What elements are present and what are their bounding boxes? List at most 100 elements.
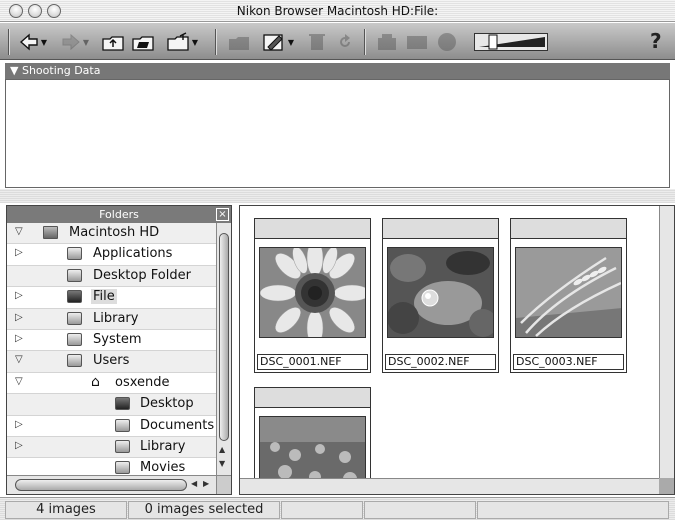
tree-item-macintosh-hd[interactable]: ▽ Macintosh HD — [7, 223, 217, 245]
folder-disabled-button[interactable] — [226, 31, 252, 53]
chevron-down-icon: ▼ — [191, 37, 199, 47]
toolbar-separator — [364, 29, 366, 55]
selected-count: 0 images selected — [128, 501, 280, 519]
water-drop-leaf-image — [387, 247, 494, 338]
shooting-data-header[interactable]: ▼ Shooting Data — [5, 63, 670, 79]
documents-folder-icon — [115, 418, 130, 432]
thumbnail-item[interactable]: DSC_0003.NEF — [510, 218, 627, 373]
collapsed-triangle-icon[interactable]: ▷ — [15, 333, 23, 344]
print-icon — [376, 32, 398, 52]
thumbnail-header — [510, 218, 627, 238]
thumbnails-vertical-scrollbar[interactable] — [659, 206, 674, 494]
folders-horizontal-scrollbar[interactable]: ◀ ▶ — [7, 475, 217, 494]
folder-open-button[interactable] — [130, 31, 156, 53]
folder-open-icon — [131, 32, 155, 52]
collapsed-triangle-icon[interactable]: ▷ — [15, 312, 23, 323]
rectangle-button[interactable] — [404, 31, 430, 53]
expanded-triangle-icon[interactable]: ▽ — [15, 376, 23, 387]
system-folder-icon — [67, 332, 82, 346]
dark-folder-icon — [67, 290, 82, 304]
tree-item-library[interactable]: ▷ Library — [7, 308, 217, 330]
tree-item-label: File — [91, 289, 117, 305]
close-icon[interactable]: × — [216, 208, 229, 221]
scroll-thumb[interactable] — [219, 233, 229, 441]
folder-up-button[interactable] — [100, 31, 126, 53]
resize-corner[interactable] — [216, 475, 231, 494]
tree-item-label: Macintosh HD — [69, 225, 160, 240]
tree-item-desktop-folder[interactable]: Desktop Folder — [7, 265, 217, 288]
library-folder-icon — [115, 439, 130, 453]
edit-button[interactable]: ▼ — [256, 31, 300, 53]
rotate-icon — [335, 32, 355, 52]
tree-item-users[interactable]: ▽ Users — [7, 351, 217, 373]
scroll-right-arrow-icon[interactable]: ▶ — [203, 479, 209, 488]
window-title: Nikon Browser Macintosh HD:File: — [236, 4, 439, 18]
help-button[interactable]: ? — [650, 29, 662, 53]
thumbnail-size-slider[interactable] — [474, 33, 548, 51]
expanded-triangle-icon[interactable]: ▽ — [15, 226, 23, 237]
back-arrow-icon — [19, 33, 39, 51]
tree-item-label: System — [93, 331, 142, 347]
folders-vertical-scrollbar[interactable]: ▲ ▼ — [216, 223, 231, 475]
wheat-image — [515, 247, 622, 338]
thumbnail-panel: DSC_0001.NEF DSC_0002.NEF DSC_0003.NEF — [239, 205, 675, 495]
circle-icon — [436, 31, 458, 53]
print-button[interactable] — [374, 31, 400, 53]
status-bar: 4 images 0 images selected — [0, 497, 675, 520]
toolbar: ▼ ▼ ▼ ▼ ? — [0, 23, 675, 60]
trash-button[interactable] — [306, 31, 328, 53]
tree-item-documents[interactable]: ▷ Documents — [7, 415, 217, 437]
disclosure-triangle-icon[interactable]: ▼ — [10, 64, 18, 77]
thumbnail-item[interactable]: DSC_0001.NEF — [254, 218, 371, 373]
chevron-down-icon: ▼ — [82, 37, 90, 47]
thumbnail-item[interactable]: DSC_0002.NEF — [382, 218, 499, 373]
collapsed-triangle-icon[interactable]: ▷ — [15, 440, 23, 451]
thumbnail-header — [254, 218, 371, 238]
tree-item-file[interactable]: ▷ File — [7, 287, 217, 309]
applications-folder-icon — [67, 247, 82, 261]
status-cell-empty — [281, 501, 363, 519]
tree-item-movies[interactable]: Movies — [7, 458, 217, 475]
scroll-thumb[interactable] — [15, 479, 187, 491]
tree-item-label: Library — [93, 310, 139, 326]
window-titlebar[interactable]: Nikon Browser Macintosh HD:File: — [0, 0, 675, 22]
tree-item-desktop[interactable]: Desktop — [7, 394, 217, 416]
collapsed-triangle-icon[interactable]: ▷ — [15, 290, 23, 301]
scroll-left-arrow-icon[interactable]: ◀ — [191, 479, 197, 488]
tree-item-osxende[interactable]: ▽ ⌂ osxende — [7, 372, 217, 395]
thumbnails-horizontal-scrollbar[interactable] — [240, 478, 661, 494]
status-cell-empty — [364, 501, 476, 519]
collapsed-triangle-icon[interactable]: ▷ — [15, 419, 23, 430]
image-count: 4 images — [5, 501, 127, 519]
tree-item-system[interactable]: ▷ System — [7, 329, 217, 352]
expanded-triangle-icon[interactable]: ▽ — [15, 354, 23, 365]
new-folder-button[interactable]: ▼ — [162, 31, 202, 53]
tree-item-applications[interactable]: ▷ Applications — [7, 244, 217, 266]
status-cell-empty — [477, 501, 669, 519]
folders-title: Folders — [99, 208, 139, 221]
sunflower-image — [259, 247, 366, 338]
tree-item-label: Movies — [140, 460, 186, 475]
rotate-button[interactable] — [334, 31, 356, 53]
tree-item-label: osxende — [115, 374, 170, 390]
tree-item-label: Applications — [93, 246, 173, 262]
folder-icon — [67, 268, 82, 282]
tree-item-label: Library — [140, 438, 186, 454]
folder-icon — [227, 32, 251, 52]
scroll-down-arrow-icon[interactable]: ▼ — [219, 459, 225, 468]
forward-button[interactable]: ▼ — [58, 31, 92, 53]
pane-splitter[interactable] — [0, 189, 675, 203]
collapsed-triangle-icon[interactable]: ▷ — [15, 247, 23, 258]
tree-item-label: Desktop — [140, 396, 194, 412]
disk-icon — [43, 226, 58, 239]
chevron-down-icon: ▼ — [40, 37, 48, 47]
toolbar-separator — [215, 29, 217, 55]
resize-corner[interactable] — [659, 478, 674, 494]
tree-item-label: Documents — [140, 417, 215, 433]
back-button[interactable]: ▼ — [16, 31, 50, 53]
tree-item-label: Desktop Folder — [93, 267, 191, 283]
circle-button[interactable] — [434, 31, 460, 53]
tree-item-user-library[interactable]: ▷ Library — [7, 436, 217, 459]
tree-item-label: Users — [93, 353, 130, 369]
scroll-up-arrow-icon[interactable]: ▲ — [219, 445, 225, 454]
